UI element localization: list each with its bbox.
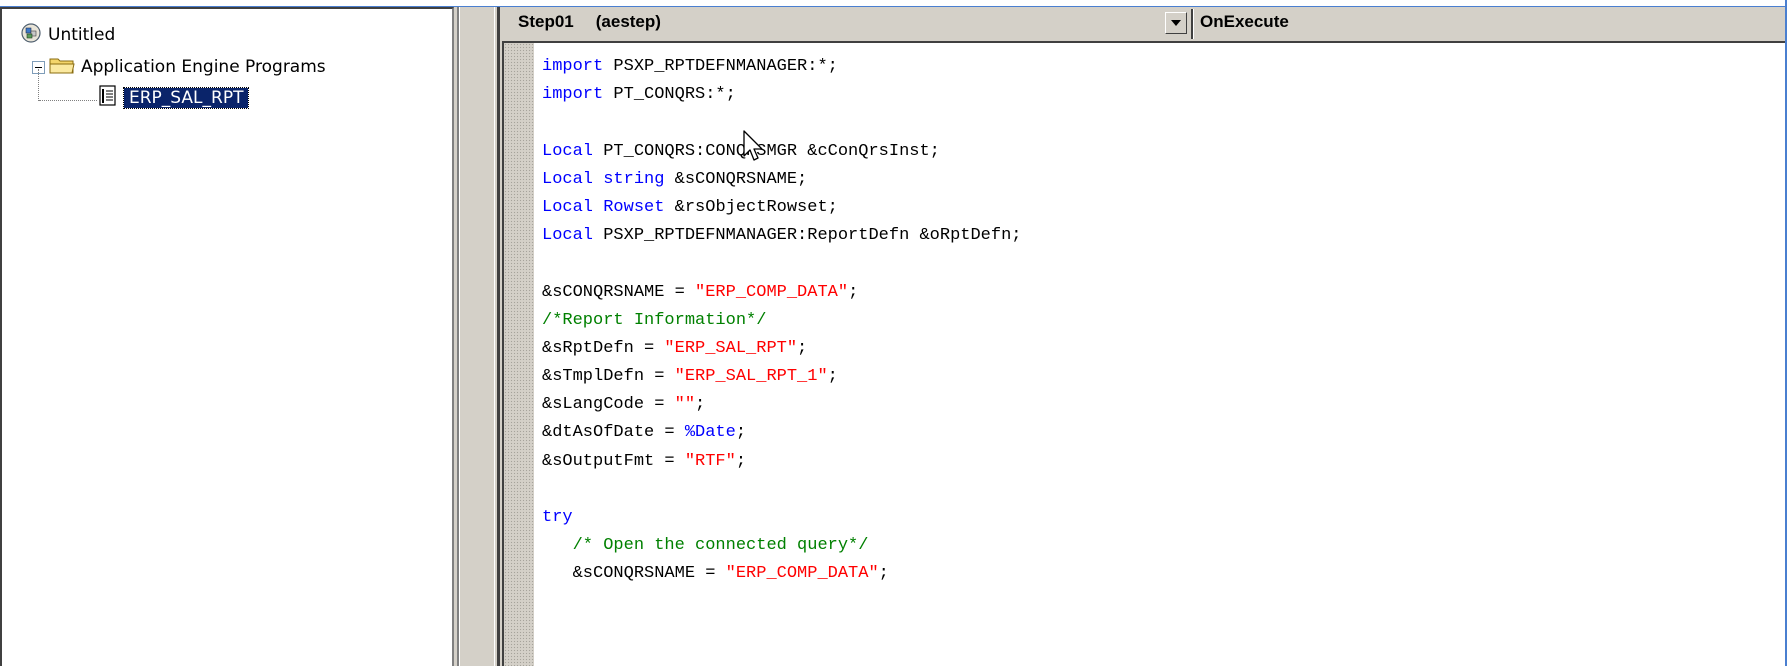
code-text[interactable]: import PSXP_RPTDEFNMANAGER:*; import PT_C… bbox=[542, 53, 1022, 589]
event-name: OnExecute bbox=[1200, 12, 1289, 31]
code-token: "RTF" bbox=[684, 451, 736, 471]
code-token: ; bbox=[848, 282, 859, 302]
code-token: Local bbox=[542, 197, 594, 217]
code-token: ; bbox=[878, 564, 889, 584]
code-token: &sLangCode = bbox=[542, 395, 675, 415]
code-token: Rowset bbox=[603, 197, 665, 217]
pane-splitter[interactable] bbox=[454, 7, 502, 666]
code-token: ; bbox=[735, 451, 747, 471]
code-line[interactable]: Local PT_CONQRS:CONQRSMGR &cConQrsInst; bbox=[542, 138, 1022, 166]
code-token: /* Open the connected query*/ bbox=[572, 536, 869, 556]
code-line[interactable]: /* Open the connected query*/ bbox=[542, 532, 1022, 560]
code-line[interactable]: &sLangCode = ""; bbox=[542, 391, 1022, 419]
code-token: PT_CONQRS:CONQRSMGR &cConQrsInst; bbox=[593, 141, 940, 161]
code-line[interactable]: Local PSXP_RPTDEFNMANAGER:ReportDefn &oR… bbox=[542, 222, 1022, 250]
code-token: try bbox=[542, 508, 573, 527]
code-token: Local bbox=[542, 226, 594, 246]
code-line[interactable]: /*Report Information*/ bbox=[542, 307, 1022, 335]
code-token: /*Report Information*/ bbox=[542, 310, 767, 330]
tree-connector-horizontal bbox=[39, 100, 97, 101]
code-token: string bbox=[603, 169, 665, 189]
editor-header: Step01 (aestep) OnExecute bbox=[502, 7, 1787, 43]
tree-node-program[interactable]: ERP_SAL_RPT bbox=[98, 84, 250, 112]
code-line[interactable]: &sRptDefn = "ERP_SAL_RPT"; bbox=[542, 335, 1022, 363]
event-selector[interactable]: OnExecute bbox=[1200, 7, 1289, 37]
code-line[interactable]: try bbox=[542, 504, 1022, 532]
program-icon bbox=[98, 84, 118, 112]
code-token: ; bbox=[735, 423, 747, 443]
code-token: "ERP_COMP_DATA" bbox=[725, 564, 879, 584]
code-token: &sCONQRSNAME = bbox=[542, 564, 726, 584]
tree-root-label: Untitled bbox=[48, 25, 116, 45]
object-type: (aestep) bbox=[595, 12, 661, 31]
code-token: PT_CONQRS:*; bbox=[603, 85, 736, 105]
code-line[interactable]: &sCONQRSNAME = "ERP_COMP_DATA"; bbox=[542, 560, 1022, 588]
code-line[interactable]: ​ bbox=[542, 250, 1022, 278]
code-token: PSXP_RPTDEFNMANAGER:ReportDefn &oRptDefn… bbox=[593, 226, 1022, 246]
tree-node-folder[interactable]: Application Engine Programs bbox=[32, 55, 326, 79]
code-token: Local bbox=[542, 169, 594, 189]
code-token: "ERP_COMP_DATA" bbox=[695, 282, 849, 302]
code-token: import bbox=[542, 57, 604, 76]
code-line[interactable]: ​ bbox=[542, 109, 1022, 137]
code-line[interactable]: import PSXP_RPTDEFNMANAGER:*; bbox=[542, 53, 1022, 81]
app-window: Untitled Application Engine Programs ERP… bbox=[0, 0, 1787, 666]
tree-connector-vertical bbox=[38, 69, 39, 101]
code-token: &sCONQRSNAME = bbox=[542, 282, 696, 302]
code-editor[interactable]: import PSXP_RPTDEFNMANAGER:*; import PT_C… bbox=[502, 43, 1787, 666]
code-token: %Date bbox=[684, 423, 736, 443]
code-token: "" bbox=[674, 395, 696, 415]
project-icon bbox=[20, 22, 42, 49]
object-name: Step01 bbox=[518, 12, 574, 31]
code-line[interactable]: ​ bbox=[542, 476, 1022, 504]
code-token: &rsObjectRowset; bbox=[664, 197, 838, 217]
code-line[interactable]: &sOutputFmt = "RTF"; bbox=[542, 448, 1022, 476]
code-token: import bbox=[542, 85, 604, 105]
code-token: Local bbox=[542, 141, 594, 161]
editor-gutter bbox=[504, 43, 534, 666]
code-token: &sRptDefn = bbox=[542, 338, 665, 358]
code-token: ; bbox=[695, 395, 706, 415]
code-token: &sOutputFmt = bbox=[542, 451, 685, 471]
folder-icon bbox=[49, 55, 75, 80]
dropdown-arrow-icon[interactable] bbox=[1165, 12, 1187, 34]
header-separator bbox=[1191, 9, 1194, 39]
code-line[interactable]: Local string &sCONQRSNAME; bbox=[542, 166, 1022, 194]
tree-folder-label: Application Engine Programs bbox=[81, 57, 326, 77]
code-token: ; bbox=[797, 338, 808, 358]
object-selector[interactable]: Step01 (aestep) bbox=[518, 7, 1183, 37]
code-token: &sCONQRSNAME; bbox=[664, 169, 808, 189]
code-token: "ERP_SAL_RPT_1" bbox=[674, 367, 828, 387]
tree-node-root[interactable]: Untitled bbox=[20, 22, 116, 49]
project-tree-pane[interactable]: Untitled Application Engine Programs ERP… bbox=[0, 7, 454, 666]
code-token: &sTmplDefn = bbox=[542, 367, 675, 387]
code-line[interactable]: import PT_CONQRS:*; bbox=[542, 81, 1022, 109]
code-token: PSXP_RPTDEFNMANAGER:*; bbox=[603, 57, 838, 76]
code-token: &dtAsOfDate = bbox=[542, 423, 685, 443]
code-token: "ERP_SAL_RPT" bbox=[664, 338, 798, 358]
tree-program-label: ERP_SAL_RPT bbox=[122, 87, 250, 109]
code-line[interactable]: &sTmplDefn = "ERP_SAL_RPT_1"; bbox=[542, 363, 1022, 391]
code-line[interactable]: &dtAsOfDate = %Date; bbox=[542, 419, 1022, 447]
code-line[interactable]: &sCONQRSNAME = "ERP_COMP_DATA"; bbox=[542, 279, 1022, 307]
code-line[interactable]: Local Rowset &rsObjectRowset; bbox=[542, 194, 1022, 222]
mouse-cursor-icon bbox=[743, 130, 765, 169]
code-token: ; bbox=[827, 367, 838, 387]
